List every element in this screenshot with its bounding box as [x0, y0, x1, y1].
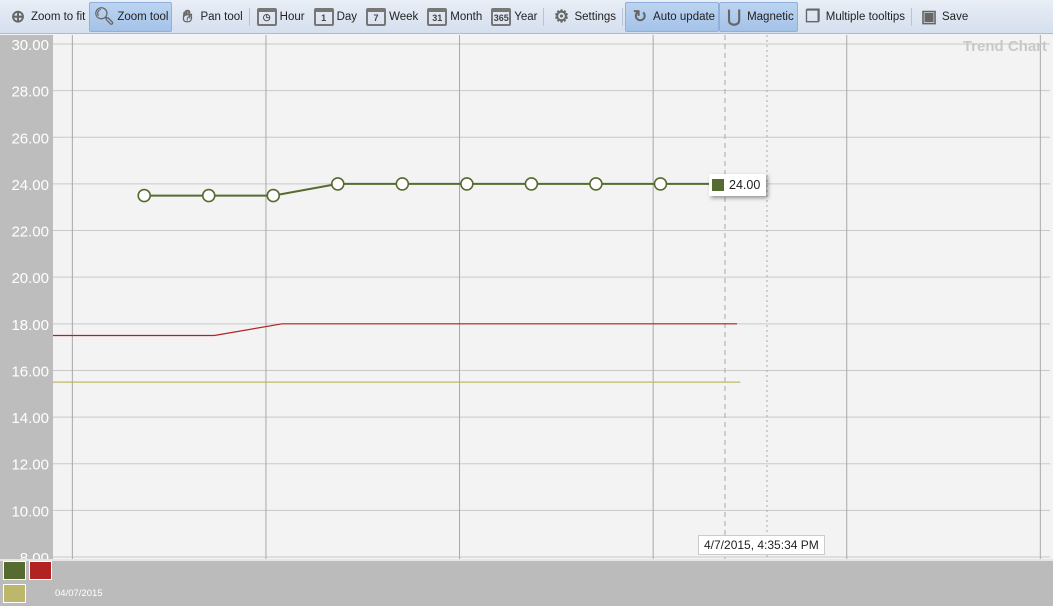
toolbar-label: Year [514, 10, 538, 23]
toolbar-label: Settings [574, 10, 617, 23]
calendar-day-icon: 1 [313, 6, 335, 28]
zoom-to-fit-button[interactable]: ⊕ Zoom to fit [3, 2, 89, 32]
y-tick-label: 30.00 [11, 37, 49, 54]
y-tick-label: 18.00 [11, 317, 49, 334]
zoom-tool-button[interactable]: 🔍︎ Zoom tool [89, 1, 173, 32]
week-button[interactable]: 7 Week [361, 2, 422, 32]
chart-title: Trend Chart [962, 38, 1047, 55]
value-tooltip: 24.00 [709, 174, 767, 196]
hand-icon: ✋︎ [182, 6, 193, 26]
y-tick-label: 14.00 [11, 410, 49, 427]
magnetic-button[interactable]: ⋃ Magnetic [719, 1, 798, 32]
magnet-icon: ⋃ [727, 6, 742, 26]
trend-chart[interactable]: 8.0010.0012.0014.0016.0018.0020.0022.002… [0, 35, 1053, 606]
toolbar-label: Zoom to fit [31, 10, 86, 23]
crosshair-timestamp: 4/7/2015, 4:35:34 PM [698, 535, 825, 555]
y-tick-label: 24.00 [11, 177, 49, 194]
toolbar-label: Week [389, 10, 419, 23]
legend-swatch-yellow[interactable] [3, 584, 26, 603]
date-label: 04/07/2015 [55, 588, 103, 599]
hour-button[interactable]: ◷ Hour [252, 2, 309, 32]
data-point [653, 177, 668, 191]
auto-update-button[interactable]: ↻ Auto update [625, 1, 720, 32]
pan-tool-button[interactable]: ✋︎ Pan tool [172, 2, 246, 32]
toolbar-label: Magnetic [747, 10, 794, 23]
toolbar-label: Save [942, 10, 969, 23]
data-point [137, 188, 152, 203]
toolbar-label: Hour [279, 10, 305, 23]
toolbar-label: Pan tool [200, 10, 243, 23]
y-tick-label: 10.00 [11, 503, 49, 520]
toolbar-label: Day [336, 10, 358, 23]
calendar-year-icon: 365 [490, 6, 512, 28]
data-point [330, 177, 345, 191]
toolbar-separator [248, 7, 250, 26]
data-point [524, 177, 539, 191]
plot-area [53, 35, 1050, 559]
data-point [201, 188, 216, 203]
zoom-fit-icon: ⊕ [10, 6, 26, 26]
toolbar-label: Auto update [653, 10, 716, 23]
calendar-hour-icon: ◷ [256, 6, 278, 28]
y-tick-label: 22.00 [11, 224, 49, 241]
y-tick-label: 28.00 [11, 84, 49, 101]
floppy-disk-icon: ▣ [920, 6, 938, 26]
toolbar-separator [911, 7, 913, 26]
year-button[interactable]: 365 Year [486, 2, 541, 32]
data-point [460, 177, 474, 191]
auto-update-icon: ↻ [632, 6, 648, 26]
calendar-week-icon: 7 [365, 6, 387, 28]
month-button[interactable]: 31 Month [422, 2, 486, 32]
data-point [589, 177, 603, 191]
y-tick-label: 26.00 [11, 130, 49, 147]
magnifier-icon: 🔍︎ [93, 6, 116, 26]
x-axis-panel [0, 559, 1053, 606]
y-tick-label: 20.00 [11, 270, 49, 287]
save-button[interactable]: ▣ Save [914, 2, 972, 32]
toolbar-label: Month [450, 10, 483, 23]
tooltip-value: 24.00 [729, 178, 761, 192]
day-button[interactable]: 1 Day [309, 2, 361, 32]
legend-swatch-green[interactable] [3, 561, 26, 580]
toolbar-label: Multiple tooltips [825, 10, 906, 23]
multiple-tooltips-button[interactable]: ❐ Multiple tooltips [798, 2, 909, 32]
settings-button[interactable]: ⚙ Settings [546, 2, 620, 32]
calendar-month-icon: 31 [426, 6, 448, 28]
legend-swatch-red[interactable] [29, 561, 52, 580]
gear-icon: ⚙ [553, 6, 570, 26]
y-tick-label: 16.00 [11, 363, 49, 380]
toolbar-separator [622, 7, 624, 26]
y-tick-label: 12.00 [11, 457, 49, 474]
toolbar: ⊕ Zoom to fit 🔍︎ Zoom tool ✋︎ Pan tool ◷ Hour 1 D… [0, 0, 1053, 34]
toolbar-label: Zoom tool [117, 10, 169, 23]
toolbar-separator [543, 7, 545, 26]
tooltip-swatch [712, 179, 724, 191]
data-point [395, 177, 410, 191]
data-point [266, 188, 281, 203]
tooltips-icon: ❐ [805, 6, 821, 26]
